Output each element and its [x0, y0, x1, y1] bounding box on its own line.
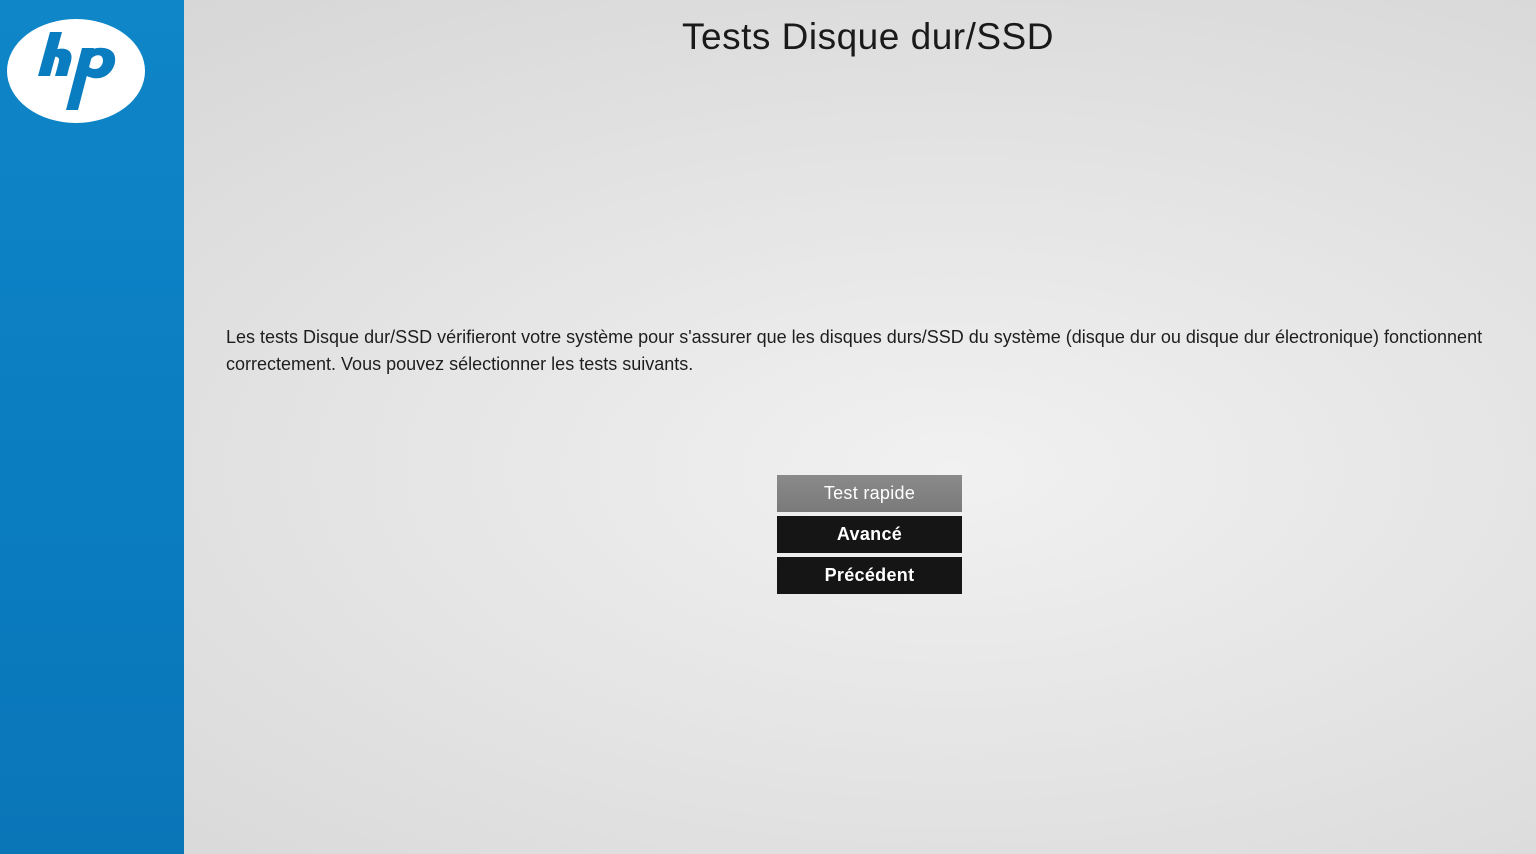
- back-button[interactable]: Précédent: [777, 557, 962, 594]
- hp-logo-icon: [7, 19, 145, 123]
- brand-sidebar: [0, 0, 184, 854]
- page-title: Tests Disque dur/SSD: [682, 16, 1054, 57]
- test-menu: Test rapide Avancé Précédent: [777, 475, 962, 598]
- title-area: Tests Disque dur/SSD: [184, 16, 1536, 58]
- diagnostics-screen: Tests Disque dur/SSD Les tests Disque du…: [0, 0, 1536, 854]
- advanced-button[interactable]: Avancé: [777, 516, 962, 553]
- test-description: Les tests Disque dur/SSD vérifieront vot…: [226, 327, 1483, 374]
- quick-test-button[interactable]: Test rapide: [777, 475, 962, 512]
